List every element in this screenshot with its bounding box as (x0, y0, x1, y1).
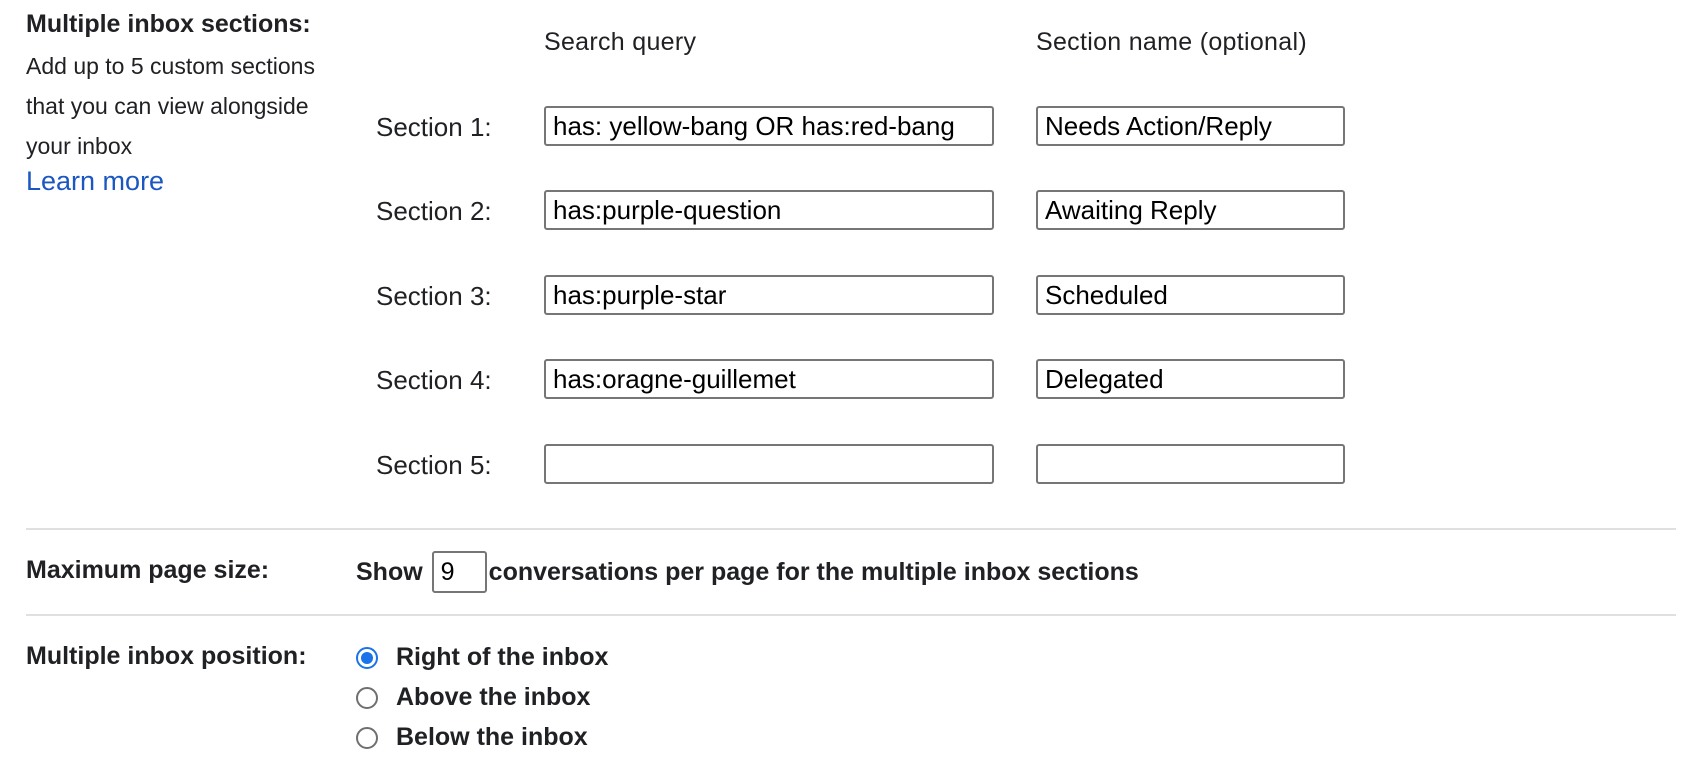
learn-more-link[interactable]: Learn more (26, 166, 164, 197)
section-1-search-query-input[interactable] (544, 106, 994, 146)
section-5-search-query-input[interactable] (544, 444, 994, 484)
radio-unselected-icon[interactable] (356, 726, 378, 749)
page-size-input[interactable] (431, 551, 487, 593)
position-option-label: Below the inbox (396, 723, 588, 751)
section-1-label: Section 1: (376, 112, 492, 142)
position-option-above[interactable]: Above the inbox (356, 683, 590, 712)
section-4-name-input[interactable] (1036, 359, 1345, 399)
divider (26, 614, 1676, 616)
maximum-page-size-row: Show conversations per page for the mult… (356, 551, 1139, 593)
section-3-search-query-input[interactable] (544, 275, 994, 315)
divider (26, 528, 1676, 530)
section-2-label: Section 2: (376, 196, 492, 226)
section-2-search-query-input[interactable] (544, 190, 994, 230)
page-size-prefix: Show (356, 557, 423, 586)
page-size-suffix: conversations per page for the multiple … (488, 557, 1139, 586)
section-2-name-input[interactable] (1036, 190, 1345, 230)
section-3-name-input[interactable] (1036, 275, 1345, 315)
section-4-label: Section 4: (376, 365, 492, 395)
section-5-name-input[interactable] (1036, 444, 1345, 484)
radio-selected-icon[interactable] (356, 646, 378, 669)
radio-unselected-icon[interactable] (356, 686, 378, 709)
section-4-search-query-input[interactable] (544, 359, 994, 399)
maximum-page-size-label: Maximum page size: (26, 556, 270, 584)
section-5-label: Section 5: (376, 450, 492, 480)
section-name-header: Section name (optional) (1036, 28, 1307, 56)
multiple-inbox-sections-title: Multiple inbox sections: (26, 10, 311, 38)
multiple-inbox-sections-description: Add up to 5 custom sections that you can… (26, 53, 315, 159)
position-option-below[interactable]: Below the inbox (356, 723, 588, 752)
position-option-right[interactable]: Right of the inbox (356, 643, 608, 672)
section-3-label: Section 3: (376, 281, 492, 311)
position-option-label: Above the inbox (396, 683, 591, 711)
section-1-name-input[interactable] (1036, 106, 1345, 146)
multiple-inbox-position-label: Multiple inbox position: (26, 642, 307, 670)
position-option-label: Right of the inbox (396, 643, 609, 671)
search-query-header: Search query (544, 28, 697, 56)
